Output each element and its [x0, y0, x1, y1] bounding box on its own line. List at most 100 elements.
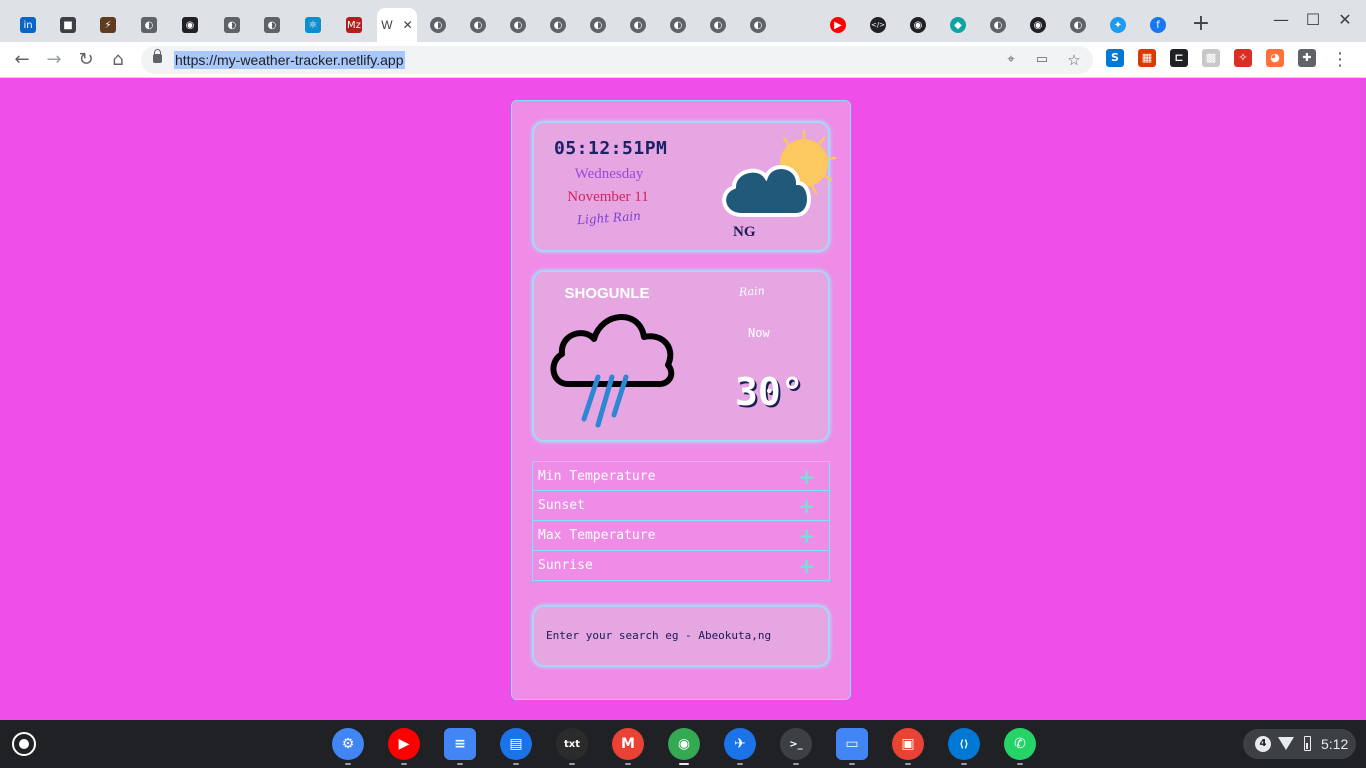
- browser-tab[interactable]: ◐: [586, 8, 610, 42]
- docs-app-icon[interactable]: ≡: [444, 728, 476, 760]
- now-label: Now: [748, 326, 770, 340]
- running-indicator: [793, 763, 799, 765]
- close-tab-icon[interactable]: ✕: [403, 18, 413, 32]
- browser-tab[interactable]: ◐: [1066, 8, 1090, 42]
- launcher-icon[interactable]: [12, 732, 36, 756]
- office-icon[interactable]: ▦: [1138, 49, 1156, 67]
- detail-label: Max Temperature: [538, 528, 656, 543]
- city-search-input[interactable]: [546, 625, 806, 645]
- browser-tab[interactable]: ◉: [906, 8, 930, 42]
- browser-tab[interactable]: ■: [56, 8, 80, 42]
- browser-tab[interactable]: ⚛: [301, 8, 325, 42]
- tab-active[interactable]: W ✕: [377, 8, 417, 42]
- github-icon: ◉: [1030, 17, 1046, 33]
- expand-plus-icon[interactable]: +: [798, 496, 815, 516]
- expand-plus-icon[interactable]: +: [798, 467, 815, 487]
- browser-tab[interactable]: Mz: [342, 8, 366, 42]
- close-window-icon[interactable]: ✕: [1330, 10, 1360, 29]
- details-list: Min Temperature + Sunset + Max Temperatu…: [532, 461, 830, 581]
- facebook-icon: f: [1150, 17, 1166, 33]
- detail-row-sunset[interactable]: Sunset +: [532, 491, 830, 521]
- youtube-app-icon[interactable]: ▶: [388, 728, 420, 760]
- settings-app-icon[interactable]: ⚙: [332, 728, 364, 760]
- address-bar[interactable]: https://my-weather-tracker.netlify.app ⌖…: [141, 46, 1093, 74]
- running-indicator: [625, 763, 631, 765]
- browser-tab[interactable]: ◐: [666, 8, 690, 42]
- cast-icon[interactable]: ▭: [1034, 52, 1050, 68]
- browser-tab[interactable]: ◐: [506, 8, 530, 42]
- back-icon[interactable]: ←: [10, 48, 34, 72]
- forward-icon[interactable]: →: [42, 48, 66, 72]
- detail-row-max-temperature[interactable]: Max Temperature +: [532, 521, 830, 551]
- running-indicator: [905, 763, 911, 765]
- expand-plus-icon[interactable]: +: [798, 556, 815, 576]
- browser-tab[interactable]: ▶: [826, 8, 850, 42]
- browser-tab[interactable]: ◐: [426, 8, 450, 42]
- status-tray[interactable]: 4 5:12: [1243, 729, 1356, 759]
- browser-tab[interactable]: ◐: [466, 8, 490, 42]
- weekday: Wednesday: [574, 166, 644, 182]
- url-text[interactable]: https://my-weather-tracker.netlify.app: [174, 51, 405, 69]
- partly-cloudy-icon: [722, 129, 837, 217]
- new-tab-button[interactable]: +: [1189, 12, 1213, 36]
- chrome-app-icon[interactable]: ◉: [668, 728, 700, 760]
- browser-tab[interactable]: ◐: [986, 8, 1010, 42]
- qr-icon[interactable]: ▩: [1202, 49, 1220, 67]
- files-app-icon[interactable]: ▭: [836, 728, 868, 760]
- browser-tab[interactable]: ◐: [706, 8, 730, 42]
- terminal-app-icon[interactable]: >_: [780, 728, 812, 760]
- globe-icon: ◐: [590, 17, 606, 33]
- temperature: 30°: [735, 370, 804, 414]
- minimize-icon[interactable]: —: [1266, 10, 1296, 29]
- reload-icon[interactable]: ↻: [74, 48, 98, 72]
- expand-plus-icon[interactable]: +: [798, 526, 815, 546]
- globe-icon: ◐: [264, 17, 280, 33]
- browser-tab[interactable]: ✦: [1106, 8, 1130, 42]
- linkedin-icon: in: [20, 17, 36, 33]
- browser-tab[interactable]: ◐: [626, 8, 650, 42]
- feedback-app-icon[interactable]: ✈: [724, 728, 756, 760]
- skype-icon[interactable]: S: [1106, 49, 1124, 67]
- video-app-icon[interactable]: ▣: [892, 728, 924, 760]
- github-icon: ◉: [910, 17, 926, 33]
- running-indicator: [569, 763, 575, 765]
- whatsapp-app-icon[interactable]: ✆: [1004, 728, 1036, 760]
- lock-icon[interactable]: [153, 49, 162, 63]
- browser-tab[interactable]: ◉: [178, 8, 202, 42]
- globe-icon: ◐: [750, 17, 766, 33]
- wand-icon[interactable]: ✧: [1234, 49, 1252, 67]
- bookmark-star-icon[interactable]: ☆: [1066, 52, 1082, 68]
- browser-tab[interactable]: ◐: [546, 8, 570, 42]
- globe-icon: ◐: [1070, 17, 1086, 33]
- detail-row-min-temperature[interactable]: Min Temperature +: [532, 461, 830, 491]
- text-app-icon[interactable]: txt: [556, 728, 588, 760]
- puzzle-icon[interactable]: ✚: [1298, 49, 1316, 67]
- browser-tab[interactable]: </>: [866, 8, 890, 42]
- browser-tab[interactable]: ◐: [220, 8, 244, 42]
- browser-tab[interactable]: ◐: [260, 8, 284, 42]
- browser-tab[interactable]: in: [16, 8, 40, 42]
- home-icon[interactable]: ⌂: [106, 48, 130, 72]
- gmail-app-icon[interactable]: M: [612, 728, 644, 760]
- rain-cloud-icon: [550, 314, 675, 428]
- messages-app-icon[interactable]: ▤: [500, 728, 532, 760]
- firefox-icon[interactable]: ◕: [1266, 49, 1284, 67]
- globe-icon: ◐: [710, 17, 726, 33]
- vscode-app-icon[interactable]: ⟨⟩: [948, 728, 980, 760]
- scrollbar[interactable]: [1360, 79, 1366, 720]
- search-card: [532, 605, 830, 667]
- browser-tab[interactable]: ◐: [137, 8, 161, 42]
- globe-icon: ◐: [510, 17, 526, 33]
- browser-tab[interactable]: ◆: [946, 8, 970, 42]
- maximize-icon[interactable]: ☐: [1298, 10, 1328, 29]
- time-card: 05:12:51PM Wednesday November 11 Light R…: [532, 121, 837, 252]
- browser-tab[interactable]: ⚡: [96, 8, 120, 42]
- location-icon[interactable]: ⌖: [1003, 52, 1019, 68]
- browser-tab[interactable]: f: [1146, 8, 1170, 42]
- browser-tab[interactable]: ◉: [1026, 8, 1050, 42]
- browser-tab[interactable]: ◐: [746, 8, 770, 42]
- weather-app: 05:12:51PM Wednesday November 11 Light R…: [511, 100, 851, 700]
- menu-icon[interactable]: ⋮: [1328, 48, 1352, 72]
- bracket-icon[interactable]: ⊏: [1170, 49, 1188, 67]
- detail-row-sunrise[interactable]: Sunrise +: [532, 551, 830, 581]
